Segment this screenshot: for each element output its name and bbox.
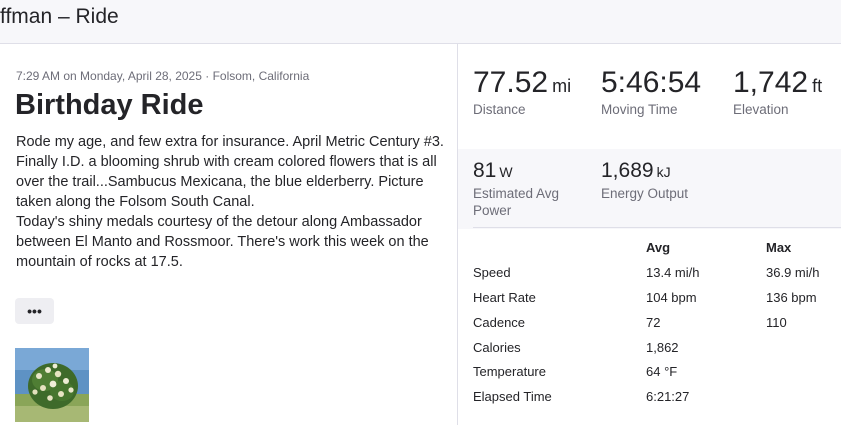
activity-datetime-location: 7:29 AM on Monday, April 28, 2025 · Fols… <box>16 69 310 83</box>
table-row-calories: Calories 1,862 <box>458 340 841 364</box>
stat-energy-output: 1,689 kJ Energy Output <box>601 159 741 202</box>
row-label: Heart Rate <box>473 290 536 305</box>
table-row-heart-rate: Heart Rate 104 bpm 136 bpm <box>458 290 841 314</box>
row-avg: 104 bpm <box>646 290 697 305</box>
stat-number: 77.52 <box>473 66 549 99</box>
column-header-avg: Avg <box>646 240 671 255</box>
row-avg: 6:21:27 <box>646 389 690 404</box>
stat-number: 1,689 <box>601 159 654 182</box>
row-avg: 72 <box>646 315 661 330</box>
row-avg: 1,862 <box>646 340 679 355</box>
stat-value: 81 W <box>473 159 583 183</box>
column-header-max: Max <box>766 240 792 255</box>
stat-unit: W <box>499 164 513 180</box>
stat-value: 77.52 mi <box>473 66 571 100</box>
activity-photo-thumbnail[interactable] <box>15 348 89 422</box>
elderberry-photo <box>15 348 89 422</box>
row-label: Temperature <box>473 364 546 379</box>
activity-description: Rode my age, and few extra for insurance… <box>16 132 446 272</box>
table-row-cadence: Cadence 72 110 <box>458 315 841 339</box>
row-label: Calories <box>473 340 521 355</box>
stat-number: 5:46:54 <box>601 66 702 99</box>
stat-value: 5:46:54 <box>601 66 701 100</box>
stat-label: Estimated Avg Power <box>473 186 560 218</box>
row-avg: 13.4 mi/h <box>646 265 700 280</box>
row-max: 136 bpm <box>766 290 817 305</box>
row-label: Speed <box>473 265 511 280</box>
row-label: Elapsed Time <box>473 389 552 404</box>
stat-unit: mi <box>552 76 572 96</box>
stat-elevation: 1,742 ft Elevation <box>733 66 822 117</box>
stat-moving-time: 5:46:54 Moving Time <box>601 66 701 117</box>
stat-unit: kJ <box>656 164 671 180</box>
description-paragraph: Today's shiny medals courtesy of the det… <box>16 214 429 270</box>
stat-label: Distance <box>473 102 526 117</box>
stat-value: 1,742 ft <box>733 66 822 100</box>
stat-value: 1,689 kJ <box>601 159 741 183</box>
stat-unit: ft <box>812 76 823 96</box>
table-row-elapsed-time: Elapsed Time 6:21:27 <box>458 389 841 413</box>
stat-label: Energy Output <box>601 186 689 201</box>
row-max: 36.9 mi/h <box>766 265 820 280</box>
more-options-button[interactable]: ••• <box>15 298 54 324</box>
page-title: ffman – Ride <box>0 5 119 28</box>
row-label: Cadence <box>473 315 526 330</box>
table-divider <box>473 227 841 228</box>
row-max: 110 <box>766 315 787 330</box>
activity-summary: 7:29 AM on Monday, April 28, 2025 · Fols… <box>0 44 457 425</box>
activity-stats-panel: 77.52 mi Distance 5:46:54 Moving Time 1,7… <box>458 44 841 425</box>
row-avg: 64 °F <box>646 364 678 379</box>
stat-number: 1,742 <box>733 66 809 99</box>
activity-title: Birthday Ride <box>15 89 204 121</box>
stat-label: Elevation <box>733 102 789 117</box>
stat-estimated-avg-power: 81 W Estimated Avg Power <box>473 159 583 219</box>
stat-distance: 77.52 mi Distance <box>473 66 571 117</box>
secondary-stats-band: 81 W Estimated Avg Power 1,689 kJ Energy O… <box>458 149 841 229</box>
stat-number: 81 <box>473 159 497 182</box>
table-row-speed: Speed 13.4 mi/h 36.9 mi/h <box>458 265 841 289</box>
table-row-temperature: Temperature 64 °F <box>458 364 841 388</box>
page-header: ffman – Ride <box>0 0 841 44</box>
description-paragraph: Rode my age, and few extra for insurance… <box>16 134 444 210</box>
stat-label: Moving Time <box>601 102 678 117</box>
